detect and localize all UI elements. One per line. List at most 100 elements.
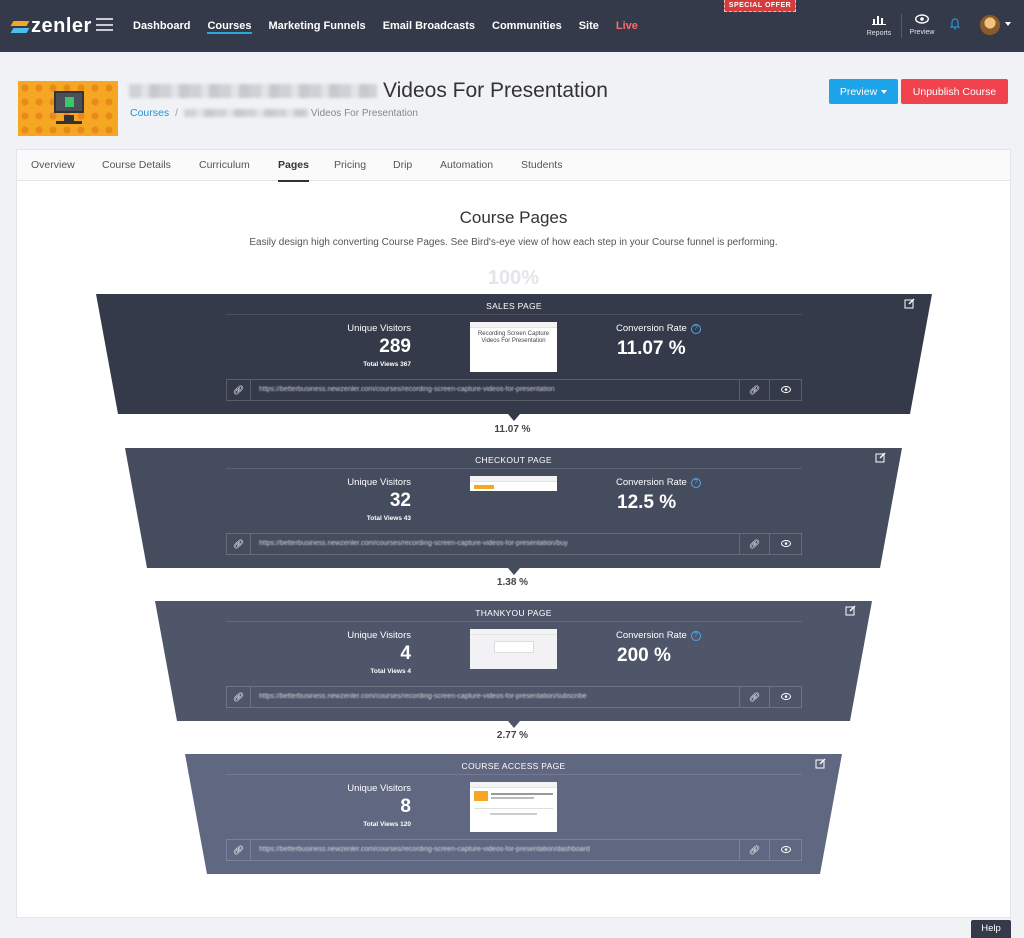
user-avatar[interactable] bbox=[980, 15, 1000, 35]
bell-icon[interactable] bbox=[949, 18, 961, 33]
page-url-row: 🔗︎ https://betterbusiness.newzenler.com/… bbox=[226, 379, 802, 401]
edit-icon[interactable] bbox=[904, 298, 915, 309]
view-page-icon[interactable] bbox=[769, 380, 801, 400]
nav-dashboard[interactable]: Dashboard bbox=[133, 0, 190, 52]
link-icon: 🔗︎ bbox=[227, 840, 251, 860]
page-url-row: 🔗︎ https://betterbusiness.newzenler.com/… bbox=[226, 686, 802, 708]
stage-title: SALES PAGE bbox=[486, 301, 542, 311]
help-icon[interactable]: ? bbox=[690, 478, 701, 488]
funnel-stage-thankyou: THANKYOU PAGE Unique Visitors 4 Total Vi… bbox=[155, 601, 872, 721]
preview-nav-label: Preview bbox=[909, 29, 935, 36]
page-preview-thumbnail[interactable] bbox=[470, 476, 557, 491]
edit-icon[interactable] bbox=[875, 452, 886, 463]
preview-button-label: Preview bbox=[839, 85, 878, 98]
copy-link-icon[interactable]: 🔗︎ bbox=[739, 687, 769, 707]
nav-email-broadcasts[interactable]: Email Broadcasts bbox=[383, 0, 475, 52]
tab-curriculum[interactable]: Curriculum bbox=[199, 150, 250, 181]
page-preview-thumbnail[interactable]: Recording Screen Capture Videos For Pres… bbox=[470, 322, 557, 372]
link-icon: 🔗︎ bbox=[227, 534, 251, 554]
top-navbar: zenler Dashboard Courses Marketing Funne… bbox=[0, 0, 1024, 52]
funnel-arrow bbox=[508, 414, 520, 421]
total-views: Total Views 43 bbox=[366, 515, 411, 522]
help-icon[interactable]: ? bbox=[690, 324, 701, 334]
page-preview-thumbnail[interactable] bbox=[470, 782, 557, 832]
step-conversion-percent: 1.38 % bbox=[496, 577, 529, 588]
tab-drip[interactable]: Drip bbox=[393, 150, 412, 181]
nav-marketing-funnels[interactable]: Marketing Funnels bbox=[269, 0, 366, 52]
tab-automation[interactable]: Automation bbox=[440, 150, 493, 181]
page-title: Videos For Presentation bbox=[129, 78, 608, 104]
tab-pricing[interactable]: Pricing bbox=[334, 150, 366, 181]
conversion-rate-label: Conversion Rate? bbox=[616, 323, 701, 334]
nav-divider bbox=[901, 14, 902, 38]
edit-icon[interactable] bbox=[815, 758, 826, 769]
stage-title: THANKYOU PAGE bbox=[475, 608, 552, 618]
caret-down-icon bbox=[881, 89, 888, 94]
reports-button[interactable]: Reports bbox=[862, 14, 896, 37]
preview-nav-button[interactable]: Preview bbox=[905, 14, 939, 36]
section-subtitle: Easily design high converting Course Pag… bbox=[249, 237, 778, 248]
total-views: Total Views 367 bbox=[363, 361, 411, 368]
menu-icon[interactable] bbox=[96, 18, 113, 31]
funnel-arrow bbox=[508, 721, 520, 728]
breadcrumb-separator: / bbox=[175, 107, 178, 119]
course-tabs: Overview Course Details Curriculum Pages… bbox=[17, 150, 1010, 182]
nav-communities[interactable]: Communities bbox=[492, 0, 562, 52]
help-button[interactable]: Help bbox=[971, 920, 1011, 938]
unique-visitors-value: 32 bbox=[389, 490, 411, 511]
funnel-stage-sales: SALES PAGE Unique Visitors 289 Total Vie… bbox=[96, 294, 932, 414]
nav-live[interactable]: Live bbox=[616, 0, 638, 52]
unique-visitors-label: Unique Visitors bbox=[347, 630, 411, 641]
tab-course-details[interactable]: Course Details bbox=[102, 150, 171, 181]
page-preview-thumbnail[interactable] bbox=[470, 629, 557, 669]
unique-visitors-value: 4 bbox=[400, 643, 411, 664]
preview-text: Recording Screen Capture Videos For Pres… bbox=[477, 331, 550, 344]
bar-chart-icon bbox=[862, 14, 896, 27]
view-page-icon[interactable] bbox=[769, 534, 801, 554]
unique-visitors-label: Unique Visitors bbox=[347, 783, 411, 794]
conversion-rate-value: 11.07 % bbox=[617, 338, 686, 359]
chevron-down-icon[interactable] bbox=[1005, 22, 1011, 26]
main-nav: Dashboard Courses Marketing Funnels Emai… bbox=[133, 0, 655, 52]
conversion-rate-value: 200 % bbox=[617, 645, 671, 666]
course-thumbnail bbox=[18, 81, 118, 136]
reports-label: Reports bbox=[866, 30, 892, 37]
unique-visitors-label: Unique Visitors bbox=[347, 323, 411, 334]
unpublish-course-button[interactable]: Unpublish Course bbox=[901, 79, 1008, 104]
redacted-title-text bbox=[129, 84, 377, 98]
preview-button[interactable]: Preview bbox=[829, 79, 898, 104]
copy-link-icon[interactable]: 🔗︎ bbox=[739, 840, 769, 860]
edit-icon[interactable] bbox=[845, 605, 856, 616]
view-page-icon[interactable] bbox=[769, 687, 801, 707]
nav-courses[interactable]: Courses bbox=[207, 0, 252, 52]
tab-pages[interactable]: Pages bbox=[278, 150, 309, 182]
zenler-logo[interactable]: zenler bbox=[12, 15, 92, 38]
stage-title: COURSE ACCESS PAGE bbox=[461, 761, 566, 771]
view-page-icon[interactable] bbox=[769, 840, 801, 860]
breadcrumb: Courses / Videos For Presentation bbox=[130, 106, 418, 120]
link-icon: 🔗︎ bbox=[227, 380, 251, 400]
copy-link-icon[interactable]: 🔗︎ bbox=[739, 534, 769, 554]
section-title: Course Pages bbox=[459, 208, 568, 227]
funnel-stage-checkout: CHECKOUT PAGE Unique Visitors 32 Total V… bbox=[125, 448, 902, 568]
unique-visitors-value: 8 bbox=[400, 796, 411, 817]
funnel-stage-course-access: COURSE ACCESS PAGE Unique Visitors 8 Tot… bbox=[185, 754, 842, 874]
step-conversion-percent: 2.77 % bbox=[496, 730, 529, 741]
breadcrumb-courses-link[interactable]: Courses bbox=[130, 107, 169, 119]
total-views: Total Views 4 bbox=[370, 668, 411, 675]
conversion-rate-value: 12.5 % bbox=[617, 492, 677, 513]
nav-site[interactable]: Site bbox=[579, 0, 599, 52]
tab-students[interactable]: Students bbox=[521, 150, 562, 181]
unique-visitors-value: 289 bbox=[379, 336, 411, 357]
page-url: https://betterbusiness.newzenler.com/cou… bbox=[259, 846, 590, 853]
funnel-arrow bbox=[508, 568, 520, 575]
special-offer-badge[interactable]: SPECIAL OFFER bbox=[724, 0, 796, 12]
page-url: https://betterbusiness.newzenler.com/cou… bbox=[259, 540, 568, 547]
eye-icon bbox=[905, 14, 939, 26]
page-url: https://betterbusiness.newzenler.com/cou… bbox=[259, 386, 555, 393]
help-icon[interactable]: ? bbox=[690, 631, 701, 641]
copy-link-icon[interactable]: 🔗︎ bbox=[739, 380, 769, 400]
logo-text: zenler bbox=[31, 15, 92, 37]
page-title-text: Videos For Presentation bbox=[383, 79, 608, 102]
tab-overview[interactable]: Overview bbox=[31, 150, 75, 181]
